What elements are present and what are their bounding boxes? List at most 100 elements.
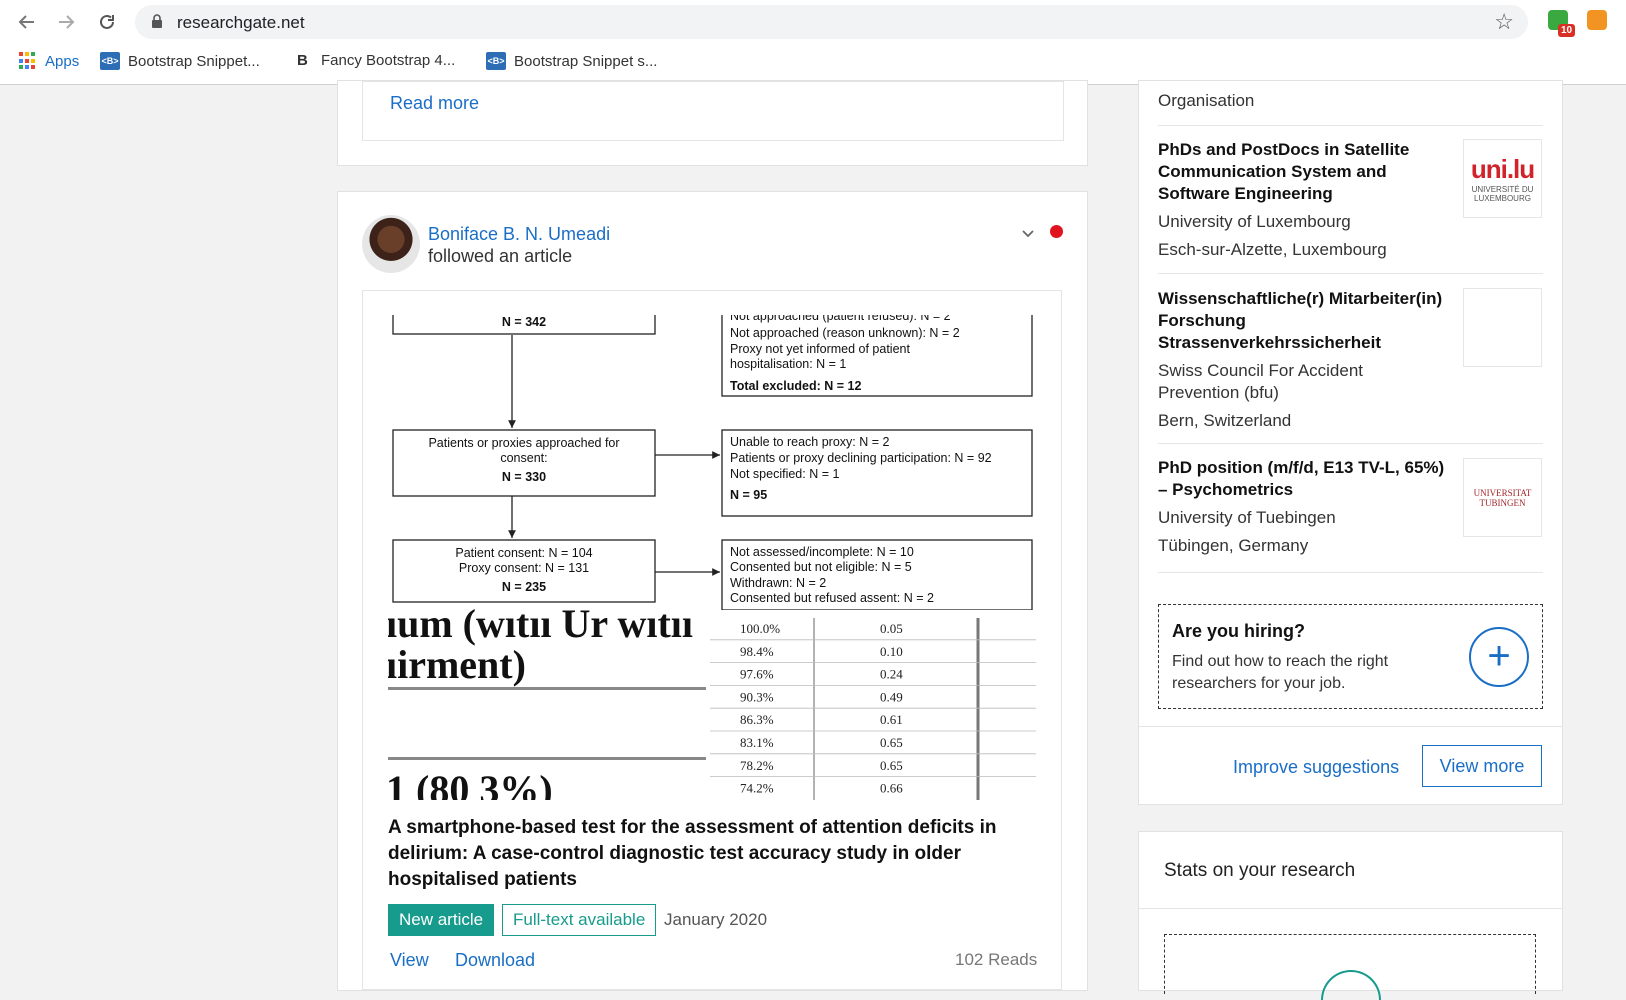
bookmark-label: Bootstrap Snippet... — [128, 52, 260, 70]
bookmarks-bar: Apps <B> Bootstrap Snippet... B Fancy Bo… — [0, 48, 1626, 76]
chevron-down-icon[interactable] — [1021, 226, 1035, 244]
reads-count: 102 Reads — [955, 950, 1038, 969]
table-cell-value: 0.49 — [880, 689, 903, 704]
uni-lu-logo: uni.lu UNIVERSITÉ DU LUXEMBOURG — [1463, 139, 1542, 218]
bookmark-label: Fancy Bootstrap 4... — [321, 52, 456, 69]
flow-box1-n: N = 342 — [502, 315, 546, 329]
author-action-text: followed an article — [428, 246, 573, 266]
tuebingen-logo: UNIVERSITAT TUBINGEN — [1463, 458, 1542, 537]
view-more-button[interactable]: View more — [1422, 745, 1542, 787]
stats-table: 100.0% 0.05 98.4% 0.10 97.6% 0.24 90.3% 0.49 86.… — [710, 618, 1036, 800]
table-cell-value: 0.05 — [880, 621, 903, 636]
flow-ex1-total: Total excluded: N = 12 — [730, 379, 861, 393]
flow-ex2-line2: Patients or proxy declining participatio… — [730, 451, 992, 465]
reload-icon[interactable] — [93, 8, 121, 36]
flow-ex1-line2: Proxy not yet informed of patient — [730, 342, 910, 356]
table-cell-value: 0.66 — [880, 781, 903, 796]
table-cell-value: 0.24 — [880, 667, 903, 682]
table-cell-value: 0.10 — [880, 644, 903, 659]
flow-box2-line2: consent: — [500, 451, 547, 465]
logo-sub: TUBINGEN — [1479, 497, 1526, 508]
table-cell-value: 0.65 — [880, 735, 903, 750]
flow-box2-n: N = 330 — [502, 470, 546, 484]
crop-text-top: ıum (wıtıı Ur wıtıı — [388, 601, 693, 646]
article-figure[interactable]: N = 342 Not approached (patient refused)… — [388, 315, 1036, 800]
table-cell-percent: 83.1% — [740, 735, 774, 750]
article-title[interactable]: A smartphone-based test for the assessme… — [388, 815, 1028, 893]
read-more-link[interactable]: Read more — [390, 93, 479, 114]
job-separator — [1158, 572, 1543, 573]
hiring-text: Find out how to reach the right research… — [1172, 653, 1389, 692]
table-cell-value: 0.61 — [880, 712, 903, 727]
stats-title: Stats on your research — [1164, 860, 1356, 881]
crop-text-mid: ıirment) — [388, 642, 526, 687]
download-link[interactable]: Download — [455, 950, 535, 971]
job-separator — [1158, 443, 1543, 444]
view-link[interactable]: View — [390, 950, 429, 971]
flow-ex3-line1: Not assessed/incomplete: N = 10 — [730, 545, 914, 559]
previous-feed-card: Read more — [337, 80, 1088, 166]
publication-date: January 2020 — [664, 910, 768, 929]
bookmark-apps[interactable]: Apps — [19, 52, 79, 70]
hiring-title: Are you hiring? — [1172, 621, 1306, 641]
full-text-badge[interactable]: Full-text available — [502, 904, 657, 936]
alert-dot — [1050, 225, 1063, 238]
table-cell-percent: 74.2% — [740, 781, 774, 796]
job-title[interactable]: PhD position (m/f/d, E13 TV-L, 65%) – Ps… — [1158, 457, 1458, 501]
bookmark-fancy-bootstrap[interactable]: B Fancy Bootstrap 4... — [297, 52, 455, 69]
flow-box3-line1: Patient consent: N = 104 — [455, 546, 592, 560]
address-bar[interactable]: researchgate.net ☆ — [135, 5, 1528, 39]
job-location: Esch-sur-Alzette, Luxembourg — [1158, 240, 1387, 259]
job-title[interactable]: Wissenschaftliche(r) Mitarbeiter(in) For… — [1158, 288, 1448, 354]
bookmark-bootstrap-snippet[interactable]: <B> Bootstrap Snippet... — [100, 52, 260, 70]
bootstrap-b-icon: B — [297, 52, 308, 69]
table-cell-percent: 97.6% — [740, 667, 774, 682]
table-cell-value: 0.65 — [880, 758, 903, 773]
bookmark-label: Bootstrap Snippet s... — [514, 52, 658, 70]
flow-box3-line2: Proxy consent: N = 131 — [459, 561, 589, 575]
author-name-link[interactable]: Boniface B. N. Umeadi — [428, 224, 610, 245]
lock-icon — [151, 14, 163, 34]
flow-ex1-line1: Not approached (reason unknown): N = 2 — [730, 326, 960, 340]
bfu-logo — [1463, 288, 1542, 367]
plus-circle-icon[interactable]: + — [1469, 627, 1529, 687]
flow-ex3-line2: Consented but not eligible: N = 5 — [730, 560, 912, 574]
table-cell-percent: 78.2% — [740, 758, 774, 773]
hiring-promo[interactable]: Are you hiring? Find out how to reach th… — [1158, 604, 1543, 709]
bootstrap-icon: <B> — [486, 52, 506, 70]
browser-chrome: researchgate.net ☆ 10 Apps <B> Bootstrap… — [0, 0, 1626, 85]
logo-sub: UNIVERSITÉ DU — [1471, 185, 1534, 194]
extension-badge: 10 — [1558, 24, 1576, 37]
improve-suggestions-link[interactable]: Improve suggestions — [1233, 757, 1399, 778]
flow-ex1-line0: Not approached (patient refused): N = 2 — [730, 315, 951, 323]
url-text: researchgate.net — [177, 13, 305, 32]
flow-box2-line1: Patients or proxies approached for — [428, 436, 619, 450]
flow-ex1-line3: hospitalisation: N = 1 — [730, 357, 846, 371]
job-title[interactable]: PhDs and PostDocs in Satellite Communica… — [1158, 139, 1448, 205]
job-location: Bern, Switzerland — [1158, 411, 1292, 430]
job-separator — [1158, 273, 1543, 274]
table-cell-percent: 86.3% — [740, 712, 774, 727]
table-cell-percent: 90.3% — [740, 689, 774, 704]
flow-ex2-line3: Not specified: N = 1 — [730, 467, 839, 481]
new-article-badge: New article — [388, 904, 495, 936]
flow-ex2-total: N = 95 — [730, 488, 767, 502]
apps-grid-icon — [19, 52, 37, 70]
job-location: Tübingen, Germany — [1158, 536, 1309, 555]
bookmark-label: Apps — [45, 52, 80, 70]
forward-arrow-icon[interactable] — [52, 8, 80, 36]
logo-sub: LUXEMBOURG — [1474, 194, 1531, 203]
avatar[interactable] — [362, 215, 420, 273]
bootstrap-icon: <B> — [100, 52, 120, 70]
stats-divider — [1138, 908, 1563, 909]
flowchart-figure: N = 342 Not approached (patient refused)… — [388, 315, 1036, 800]
extension-bag-icon[interactable] — [1587, 10, 1607, 30]
bookmark-star-icon[interactable]: ☆ — [1494, 9, 1514, 35]
back-arrow-icon[interactable] — [13, 8, 41, 36]
flow-box3-n: N = 235 — [502, 580, 546, 594]
bookmark-bootstrap-snippet-2[interactable]: <B> Bootstrap Snippet s... — [486, 52, 657, 70]
flow-ex3-line3: Withdrawn: N = 2 — [730, 576, 826, 590]
job-separator — [1158, 125, 1543, 126]
logo-main: UNIVERSITAT — [1473, 487, 1532, 498]
flow-ex2-line1: Unable to reach proxy: N = 2 — [730, 435, 890, 449]
